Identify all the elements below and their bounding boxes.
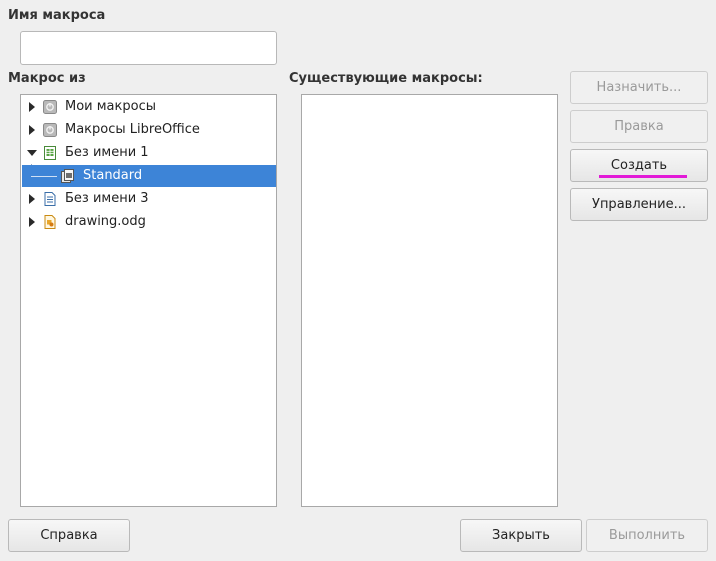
- tree-item-standard[interactable]: Standard: [22, 165, 276, 187]
- existing-macros-list[interactable]: [301, 94, 558, 507]
- collapse-arrow-icon[interactable]: [27, 150, 37, 156]
- tree-item-libreoffice-macros[interactable]: Макросы LibreOffice: [22, 119, 276, 141]
- expand-arrow-icon[interactable]: [29, 102, 35, 112]
- macro-library-icon: [43, 100, 57, 114]
- text-document-icon: [43, 192, 57, 206]
- tree-item-untitled-1[interactable]: Без имени 1: [22, 142, 276, 164]
- tree-item-label: Без имени 3: [65, 191, 149, 206]
- tree-item-label: Макросы LibreOffice: [65, 122, 200, 137]
- expand-arrow-icon[interactable]: [29, 217, 35, 227]
- close-button[interactable]: Закрыть: [460, 519, 582, 552]
- tree-item-untitled-3[interactable]: Без имени 3: [22, 188, 276, 210]
- manage-button[interactable]: Управление...: [570, 188, 708, 221]
- tree-item-label: Мои макросы: [65, 99, 156, 114]
- macro-name-label: Имя макроса: [8, 8, 106, 23]
- assign-button[interactable]: Назначить...: [570, 71, 708, 104]
- expand-arrow-icon[interactable]: [29, 194, 35, 204]
- existing-macros-label: Существующие макросы:: [289, 71, 483, 86]
- expand-arrow-icon[interactable]: [29, 125, 35, 135]
- create-button-label: Создать: [610, 158, 668, 173]
- edit-button[interactable]: Правка: [570, 110, 708, 143]
- drawing-icon: [43, 215, 57, 229]
- macro-name-input[interactable]: [20, 31, 277, 65]
- tree-item-label: Без имени 1: [65, 145, 149, 160]
- tree-connector-line: [31, 176, 57, 177]
- tree-item-drawing-odg[interactable]: drawing.odg: [22, 211, 276, 233]
- basic-library-icon: [61, 169, 75, 183]
- create-button[interactable]: Создать: [570, 149, 708, 182]
- run-button[interactable]: Выполнить: [586, 519, 708, 552]
- focus-underline: [599, 175, 687, 178]
- help-button[interactable]: Справка: [8, 519, 130, 552]
- tree-item-my-macros[interactable]: Мои макросы: [22, 96, 276, 118]
- macro-library-icon: [43, 123, 57, 137]
- tree-item-label: drawing.odg: [65, 214, 146, 229]
- macro-from-label: Макрос из: [8, 71, 86, 86]
- spreadsheet-icon: [43, 146, 57, 160]
- macro-library-tree[interactable]: Мои макросы Макросы LibreOffice Без имен…: [20, 94, 277, 507]
- tree-item-label: Standard: [83, 168, 143, 183]
